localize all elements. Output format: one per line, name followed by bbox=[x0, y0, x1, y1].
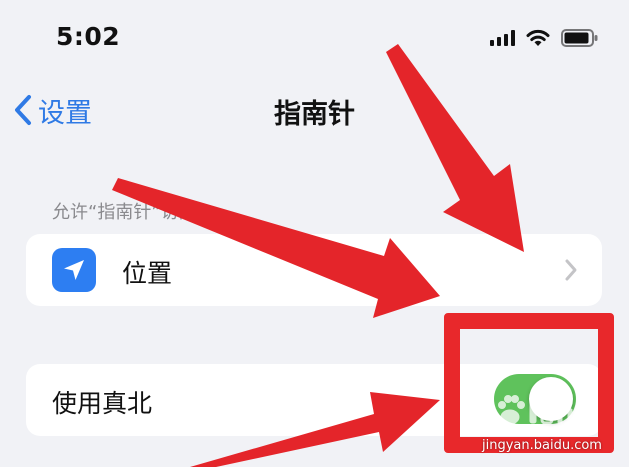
battery-icon bbox=[561, 29, 598, 47]
chevron-right-icon bbox=[565, 259, 577, 281]
annotation-highlight-box bbox=[444, 313, 614, 453]
location-arrow-icon bbox=[64, 260, 84, 280]
page-title: 指南针 bbox=[274, 99, 355, 130]
location-row[interactable]: 位置 bbox=[26, 234, 602, 306]
cellular-signal-icon bbox=[490, 30, 515, 46]
annotation-arrow bbox=[386, 44, 524, 252]
status-icons bbox=[490, 26, 599, 50]
true-north-label: 使用真北 bbox=[52, 389, 153, 418]
wifi-icon bbox=[526, 29, 550, 46]
location-icon-badge bbox=[52, 248, 96, 292]
section-header: 允许“指南针”访问 bbox=[52, 202, 197, 223]
status-time: 5:02 bbox=[56, 22, 121, 51]
location-row-label: 位置 bbox=[122, 259, 173, 288]
compass-settings-screen: 5:02 设置 指南针 允许“指南针”访问 位置 使用真北 jingyan.ba… bbox=[0, 0, 629, 467]
watermark-url: jingyan.baidu.com bbox=[482, 438, 602, 453]
